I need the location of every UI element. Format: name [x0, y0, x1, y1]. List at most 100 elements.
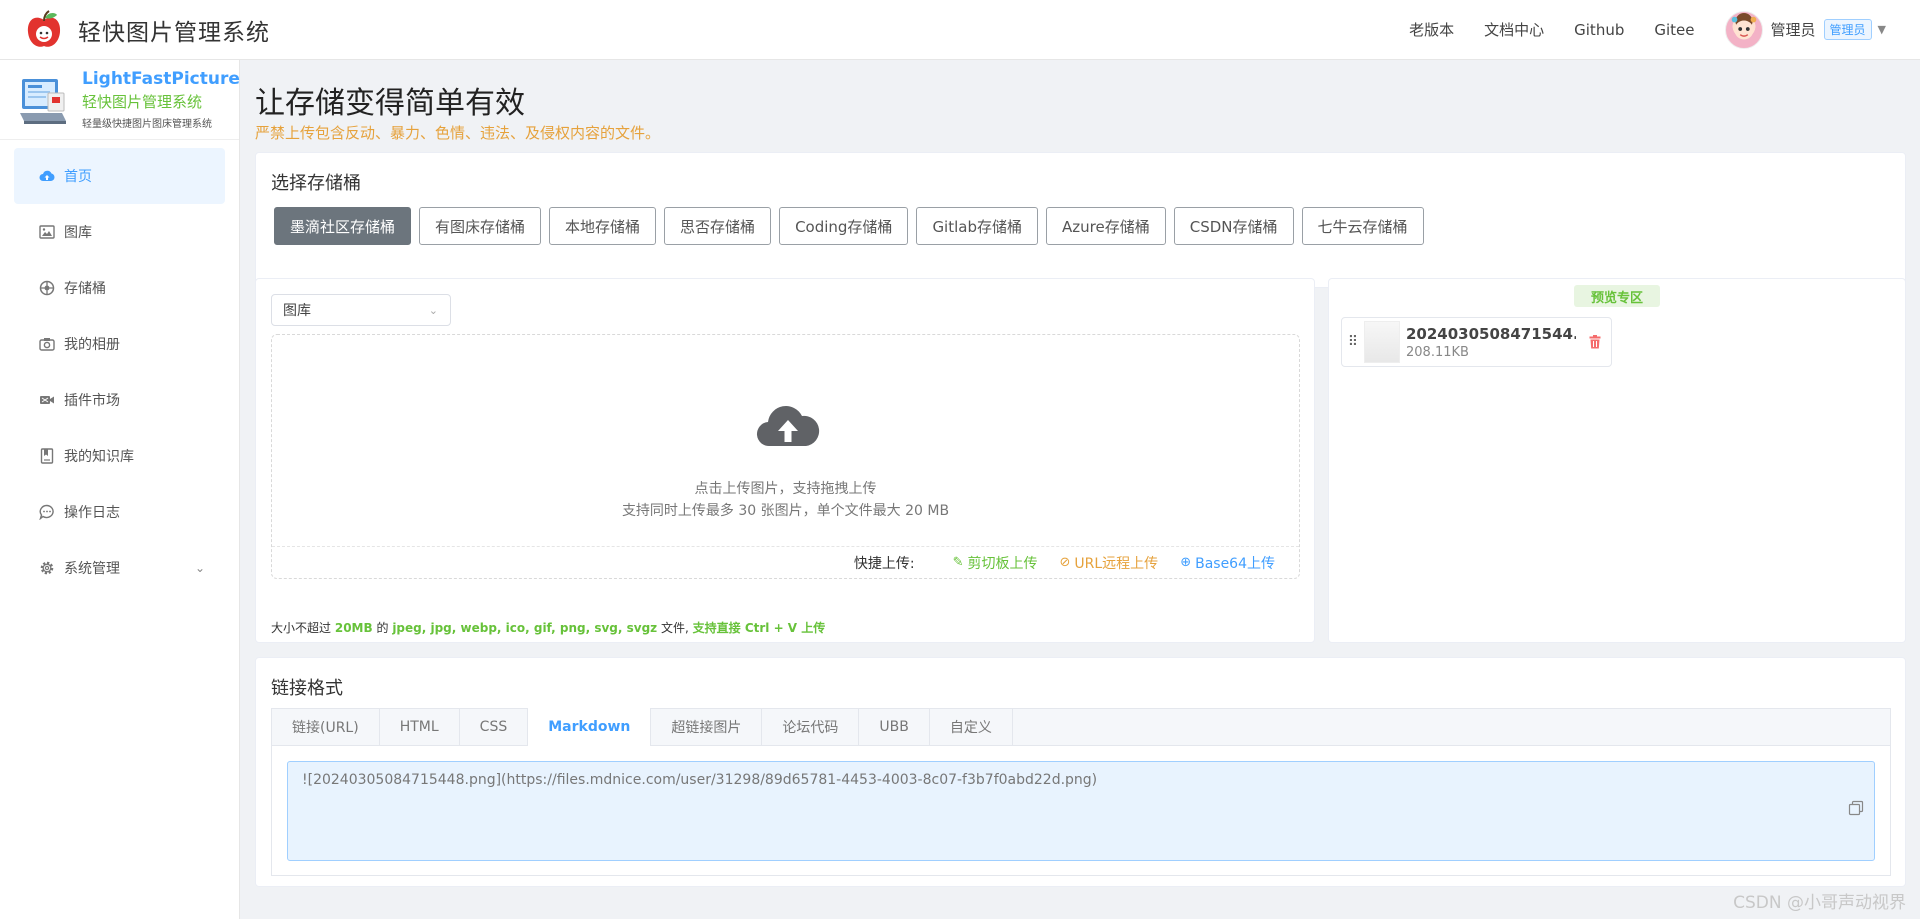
nav-link-docs[interactable]: 文档中心: [1484, 19, 1544, 40]
link-format-card: 链接格式 链接(URL) HTML CSS Markdown 超链接图片 论坛代…: [255, 657, 1906, 887]
nav-link-old-version[interactable]: 老版本: [1409, 19, 1454, 40]
book-icon: [38, 447, 56, 465]
tab-url[interactable]: 链接(URL): [272, 709, 380, 745]
upload-limit-note: 大小不超过 20MB 的 jpeg, jpg, webp, ico, gif, …: [271, 619, 825, 636]
sidebar-brand-cn: 轻快图片管理系统: [82, 93, 203, 111]
upload-card: 图库 ⌄ 点击上传图片，支持拖拽上传 支持同时上传最多 30 张图片，单个文件最…: [255, 278, 1315, 643]
preview-card: 预览专区 ⠿ 2024030508471544... 208.11KB: [1328, 278, 1906, 643]
base64-upload-label: Base64上传: [1195, 555, 1275, 572]
sidebar-item-label: 我的相册: [64, 337, 120, 353]
upload-circle-icon: ⊕: [1180, 555, 1192, 570]
nav-link-github[interactable]: Github: [1574, 21, 1624, 39]
sidebar-brand-sub: 轻量级快捷图片图床管理系统: [82, 119, 212, 130]
chevron-down-icon: ⌄: [194, 561, 205, 575]
link-icon: ⊘: [1059, 555, 1071, 570]
upload-dropzone[interactable]: 点击上传图片，支持拖拽上传 支持同时上传最多 30 张图片，单个文件最大 20 …: [271, 334, 1300, 579]
sidebar-brand: LightFastPicture 轻快图片管理系统 轻量级快捷图片图床管理系统: [0, 60, 240, 140]
sidebar-item-label: 插件市场: [64, 393, 120, 409]
image-icon: [38, 223, 56, 241]
cloud-upload-icon: [38, 167, 56, 185]
upload-warning: 严禁上传包含反动、暴力、色情、违法、及侵权内容的文件。: [255, 124, 661, 142]
bucket-button-mdnice[interactable]: 墨滴社区存储桶: [274, 207, 412, 245]
bucket-button-qiniu[interactable]: 七牛云存储桶: [1301, 207, 1424, 245]
sidebar-item-albums[interactable]: 我的相册: [14, 316, 225, 372]
tab-panel: ![20240305084715448.png](https://files.m…: [271, 746, 1891, 876]
sidebar-menu: 首页 图库 存储桶 我的相册 插件市场 我的知识库 操作日志 系统管理 ⌄: [0, 140, 239, 604]
url-upload-label: URL远程上传: [1074, 555, 1159, 572]
file-name: 2024030508471544...: [1406, 324, 1576, 343]
clipboard-upload-link[interactable]: ✎ 剪切板上传: [953, 553, 1038, 573]
main-content: 让存储变得简单有效 严禁上传包含反动、暴力、色情、违法、及侵权内容的文件。 选择…: [241, 60, 1920, 919]
chevron-down-icon: ⌄: [428, 303, 438, 317]
watermark-text: CSDN @小哥声动视界: [1733, 893, 1906, 913]
sidebar-item-logs[interactable]: 操作日志: [14, 484, 225, 540]
sidebar-item-home[interactable]: 首页: [14, 148, 225, 204]
gallery-select[interactable]: 图库 ⌄: [271, 294, 451, 326]
preview-file-item[interactable]: ⠿ 2024030508471544... 208.11KB: [1341, 317, 1612, 367]
top-header: 轻快图片管理系统 老版本 文档中心 Github Gitee 管理员 管理员 ▼: [0, 0, 1920, 60]
limit-files: 文件,: [660, 621, 689, 635]
preview-badge: 预览专区: [1574, 285, 1660, 307]
base64-upload-link[interactable]: ⊕ Base64上传: [1180, 553, 1275, 573]
tab-markdown[interactable]: Markdown: [527, 708, 652, 746]
tab-ubb[interactable]: UBB: [859, 709, 930, 745]
sidebar-item-gallery[interactable]: 图库: [14, 204, 225, 260]
upload-hint-primary: 点击上传图片，支持拖拽上传: [694, 481, 877, 497]
bucket-button-azure[interactable]: Azure存储桶: [1046, 207, 1166, 245]
top-nav: 老版本 文档中心 Github Gitee 管理员 管理员 ▼: [1409, 10, 1920, 49]
plugin-icon: [38, 391, 56, 409]
limit-size: 20MB: [334, 621, 373, 635]
bucket-card: 选择存储桶 墨滴社区存储桶 有图床存储桶 本地存储桶 思否存储桶 Coding存…: [255, 152, 1906, 288]
sidebar-item-label: 我的知识库: [64, 449, 134, 465]
sidebar-item-label: 操作日志: [64, 505, 120, 521]
limit-prefix: 大小不超过: [271, 621, 332, 635]
limit-paste-hint: 支持直接 Ctrl + V 上传: [692, 621, 826, 635]
bucket-button-coding[interactable]: Coding存储桶: [779, 207, 909, 245]
drag-handle-icon[interactable]: ⠿: [1342, 334, 1364, 350]
sidebar: LightFastPicture 轻快图片管理系统 轻量级快捷图片图床管理系统 …: [0, 60, 240, 919]
sidebar-item-buckets[interactable]: 存储桶: [14, 260, 225, 316]
sidebar-item-plugins[interactable]: 插件市场: [14, 372, 225, 428]
bucket-button-youtuchuang[interactable]: 有图床存储桶: [419, 207, 542, 245]
gear-icon: [38, 559, 56, 577]
link-code-text: ![20240305084715448.png](https://files.m…: [302, 772, 1098, 788]
app-title: 轻快图片管理系统: [78, 19, 270, 46]
tab-hyperlink-image[interactable]: 超链接图片: [651, 709, 763, 745]
caret-down-icon: ▼: [1877, 23, 1886, 36]
bucket-card-title: 选择存储桶: [271, 173, 361, 194]
bucket-button-segmentfault[interactable]: 思否存储桶: [664, 207, 772, 245]
link-code-box[interactable]: ![20240305084715448.png](https://files.m…: [287, 761, 1875, 861]
link-format-tabs: 链接(URL) HTML CSS Markdown 超链接图片 论坛代码 UBB…: [271, 708, 1891, 746]
brand[interactable]: 轻快图片管理系统: [0, 9, 270, 50]
bucket-icon: [38, 279, 56, 297]
tab-custom[interactable]: 自定义: [930, 709, 1013, 745]
chat-icon: [38, 503, 56, 521]
quick-upload-bar: 快捷上传: ✎ 剪切板上传 ⊘ URL远程上传 ⊕ Base64上传: [272, 546, 1299, 578]
tab-forum-code[interactable]: 论坛代码: [762, 709, 860, 745]
bucket-button-csdn[interactable]: CSDN存储桶: [1173, 207, 1294, 245]
tab-css[interactable]: CSS: [460, 709, 529, 745]
copy-icon[interactable]: [1848, 800, 1864, 820]
camera-icon: [38, 335, 56, 353]
user-name: 管理员: [1770, 21, 1816, 39]
sidebar-item-system[interactable]: 系统管理 ⌄: [14, 540, 225, 596]
tab-html[interactable]: HTML: [380, 709, 460, 745]
bucket-button-local[interactable]: 本地存储桶: [549, 207, 657, 245]
role-badge: 管理员: [1823, 19, 1872, 40]
nav-link-gitee[interactable]: Gitee: [1654, 21, 1694, 39]
file-thumbnail: [1364, 321, 1400, 363]
bucket-button-gitlab[interactable]: Gitlab存储桶: [916, 207, 1038, 245]
limit-formats: jpeg, jpg, webp, ico, gif, png, svg, svg…: [392, 621, 658, 635]
limit-mid: 的: [376, 621, 389, 635]
user-menu[interactable]: 管理员 管理员 ▼: [1724, 10, 1886, 49]
page-title: 让存储变得简单有效: [255, 86, 525, 121]
sidebar-item-knowledge[interactable]: 我的知识库: [14, 428, 225, 484]
computer-logo-icon: [18, 73, 68, 127]
bucket-list: 墨滴社区存储桶 有图床存储桶 本地存储桶 思否存储桶 Coding存储桶 Git…: [274, 207, 1432, 245]
sidebar-item-label: 系统管理: [64, 561, 120, 577]
clipboard-upload-label: 剪切板上传: [967, 555, 1038, 572]
delete-icon[interactable]: [1589, 335, 1601, 349]
edit-icon: ✎: [952, 555, 964, 570]
url-upload-link[interactable]: ⊘ URL远程上传: [1060, 553, 1159, 573]
sidebar-brand-en: LightFastPicture: [82, 69, 240, 89]
